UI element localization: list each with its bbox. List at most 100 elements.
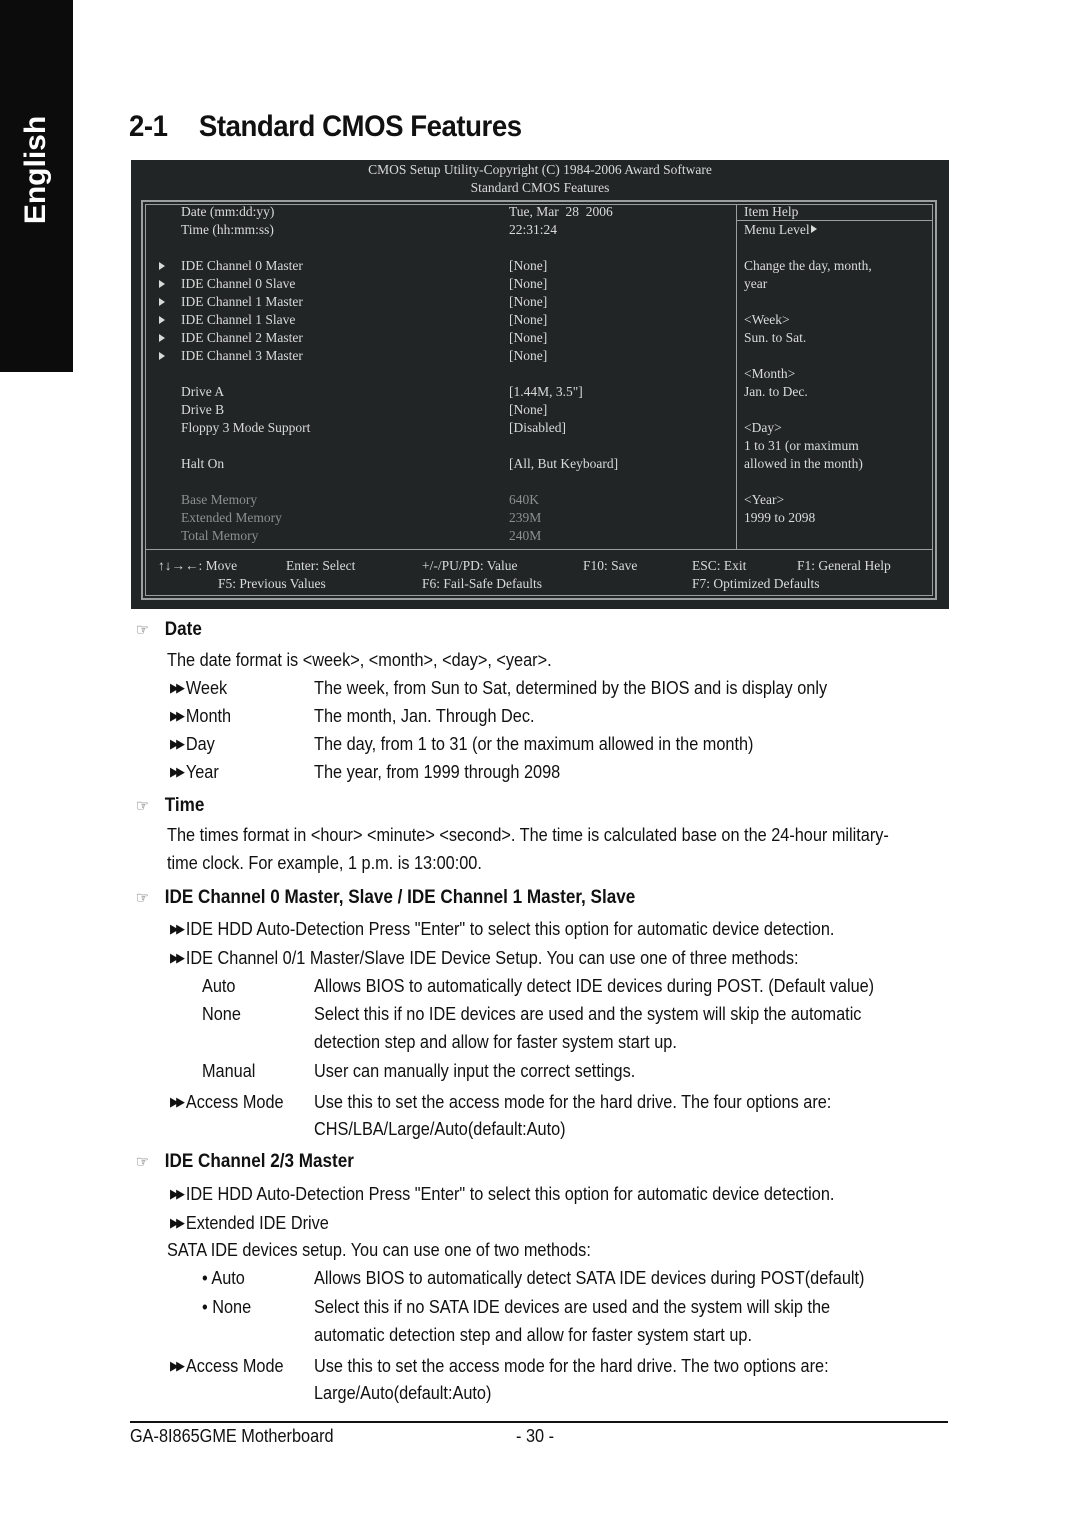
date-desc-week: The week, from Sun to Sat, determined by… bbox=[314, 677, 828, 698]
setting-label-drive-b[interactable]: Drive B bbox=[181, 401, 224, 419]
date-term-week: ▶▶ Week bbox=[170, 677, 228, 698]
key-enter: Enter: Select bbox=[286, 558, 356, 573]
date-heading: ☞ Date bbox=[136, 619, 202, 641]
setting-label-drive-a[interactable]: Drive A bbox=[181, 383, 224, 401]
menu-level-arrow-icon bbox=[810, 225, 817, 233]
double-arrow-icon: ▶▶ bbox=[170, 1186, 185, 1201]
ide01-access-term: ▶▶ Access Mode bbox=[170, 1091, 284, 1112]
date-desc-month: The month, Jan. Through Dec. bbox=[314, 705, 535, 726]
ide01-method-desc-none: Select this if no IDE devices are used a… bbox=[314, 1003, 862, 1024]
bios-screen: CMOS Setup Utility-Copyright (C) 1984-20… bbox=[131, 160, 949, 609]
language-tab-label: English bbox=[19, 115, 52, 225]
ide23-heading: ☞ IDE Channel 2/3 Master bbox=[136, 1151, 354, 1173]
ide01-method-term-none: None bbox=[202, 1003, 241, 1024]
ide01-bullet-autodetect: ▶▶ IDE HDD Auto-Detection Press "Enter" t… bbox=[170, 918, 835, 939]
setting-value-ide2-master[interactable]: [None] bbox=[509, 329, 547, 347]
ide23-method-term-none: • None bbox=[202, 1296, 252, 1317]
setting-label-floppy3[interactable]: Floppy 3 Mode Support bbox=[181, 419, 310, 437]
time-desc-line1: The times format in <hour> <minute> <sec… bbox=[167, 824, 889, 845]
key-help: F1: General Help bbox=[797, 558, 891, 573]
pointing-hand-icon: ☞ bbox=[136, 1154, 149, 1171]
setting-label-time[interactable]: Time (hh:mm:ss) bbox=[181, 221, 274, 239]
double-arrow-icon: ▶▶ bbox=[170, 1215, 185, 1230]
section-title: Standard CMOS Features bbox=[198, 110, 522, 143]
bullet-dot-icon: • bbox=[202, 1296, 213, 1317]
ide01-access-desc-cont: CHS/LBA/Large/Auto(default:Auto) bbox=[314, 1118, 566, 1139]
help-divider bbox=[736, 204, 737, 549]
date-desc-year: The year, from 1999 through 2098 bbox=[314, 761, 561, 782]
time-heading: ☞ Time bbox=[136, 795, 204, 817]
help-line: Sun. to Sat. bbox=[744, 330, 807, 345]
key-previous-values: F5: Previous Values bbox=[218, 576, 326, 591]
help-line: allowed in the month) bbox=[744, 456, 863, 471]
ide23-heading-text: IDE Channel 2/3 Master bbox=[164, 1151, 354, 1172]
setting-value-ide1-slave[interactable]: [None] bbox=[509, 311, 547, 329]
ide23-method-desc-none: Select this if no SATA IDE devices are u… bbox=[314, 1296, 831, 1317]
setting-value-extended-memory: 239M bbox=[509, 510, 542, 525]
setting-label-ide0-master[interactable]: IDE Channel 0 Master bbox=[181, 257, 303, 275]
double-arrow-icon: ▶▶ bbox=[170, 680, 185, 695]
double-arrow-icon: ▶▶ bbox=[170, 1358, 185, 1373]
setting-value-floppy3[interactable]: [Disabled] bbox=[509, 419, 566, 437]
setting-value-base-memory: 640K bbox=[509, 492, 539, 507]
keys-divider bbox=[145, 549, 933, 550]
date-term-year: ▶▶ Year bbox=[170, 761, 219, 782]
double-arrow-icon: ▶▶ bbox=[170, 708, 185, 723]
ide23-method-desc-auto: Allows BIOS to automatically detect SATA… bbox=[314, 1267, 865, 1288]
ide23-access-term: ▶▶ Access Mode bbox=[170, 1355, 284, 1376]
setting-label-total-memory: Total Memory bbox=[181, 528, 259, 543]
time-heading-text: Time bbox=[164, 795, 205, 816]
setting-value-ide0-master[interactable]: [None] bbox=[509, 257, 547, 275]
setting-value-halt-on[interactable]: [All, But Keyboard] bbox=[509, 455, 618, 473]
pointing-hand-icon: ☞ bbox=[136, 622, 149, 639]
double-arrow-icon: ▶▶ bbox=[170, 921, 185, 936]
footer-page-number: - 30 - bbox=[516, 1425, 555, 1446]
setting-label-halt-on[interactable]: Halt On bbox=[181, 455, 224, 473]
key-save: F10: Save bbox=[583, 558, 638, 573]
setting-label-ide1-master[interactable]: IDE Channel 1 Master bbox=[181, 293, 303, 311]
setting-label-date[interactable]: Date (mm:dd:yy) bbox=[181, 203, 274, 221]
help-line: <Day> bbox=[744, 420, 782, 435]
ide01-method-desc-manual: User can manually input the correct sett… bbox=[314, 1060, 636, 1081]
bios-copyright: CMOS Setup Utility-Copyright (C) 1984-20… bbox=[368, 162, 712, 177]
submenu-arrow-icon bbox=[159, 329, 167, 347]
help-line: year bbox=[744, 276, 768, 291]
ide01-bullet-setup: ▶▶ IDE Channel 0/1 Master/Slave IDE Devic… bbox=[170, 947, 799, 968]
footer-rule bbox=[130, 1421, 948, 1423]
ide23-method-desc-none-cont: automatic detection step and allow for f… bbox=[314, 1324, 752, 1345]
key-value: +/-/PU/PD: Value bbox=[422, 558, 518, 573]
setting-value-ide0-slave[interactable]: [None] bbox=[509, 275, 547, 293]
bullet-dot-icon: • bbox=[202, 1267, 212, 1288]
time-desc-line2: time clock. For example, 1 p.m. is 13:00… bbox=[167, 852, 482, 873]
pointing-hand-icon: ☞ bbox=[136, 890, 149, 907]
double-arrow-icon: ▶▶ bbox=[170, 736, 185, 751]
setting-value-date[interactable]: Tue, Mar 28 2006 bbox=[509, 203, 613, 221]
section-number: 2-1 bbox=[129, 110, 168, 143]
date-intro: The date format is <week>, <month>, <day… bbox=[167, 649, 552, 670]
setting-value-drive-a[interactable]: [1.44M, 3.5"] bbox=[509, 383, 583, 401]
ide23-method-term-auto: • Auto bbox=[202, 1267, 245, 1288]
double-arrow-icon: ▶▶ bbox=[170, 1094, 185, 1109]
ide23-access-desc-cont: Large/Auto(default:Auto) bbox=[314, 1382, 492, 1403]
setting-value-ide1-master[interactable]: [None] bbox=[509, 293, 547, 311]
setting-label-ide1-slave[interactable]: IDE Channel 1 Slave bbox=[181, 311, 295, 329]
setting-value-time[interactable]: 22:31:24 bbox=[509, 221, 557, 239]
submenu-arrow-icon bbox=[159, 257, 167, 275]
help-line: Change the day, month, bbox=[744, 258, 872, 273]
help-line: <Year> bbox=[744, 492, 785, 507]
setting-value-drive-b[interactable]: [None] bbox=[509, 401, 547, 419]
help-line: <Month> bbox=[744, 366, 796, 381]
key-exit: ESC: Exit bbox=[692, 558, 747, 573]
date-heading-text: Date bbox=[164, 619, 202, 640]
date-term-month: ▶▶ Month bbox=[170, 705, 232, 726]
setting-label-ide3-master[interactable]: IDE Channel 3 Master bbox=[181, 347, 303, 365]
setting-value-ide3-master[interactable]: [None] bbox=[509, 347, 547, 365]
ide23-access-desc: Use this to set the access mode for the … bbox=[314, 1355, 829, 1376]
date-term-day: ▶▶ Day bbox=[170, 733, 215, 754]
footer-product: GA-8I865GME Motherboard bbox=[130, 1425, 334, 1446]
setting-label-ide2-master[interactable]: IDE Channel 2 Master bbox=[181, 329, 303, 347]
ide23-bullet-extended: ▶▶ Extended IDE Drive bbox=[170, 1212, 329, 1233]
submenu-arrow-icon bbox=[159, 275, 167, 293]
setting-label-ide0-slave[interactable]: IDE Channel 0 Slave bbox=[181, 275, 295, 293]
submenu-arrow-icon bbox=[159, 293, 167, 311]
